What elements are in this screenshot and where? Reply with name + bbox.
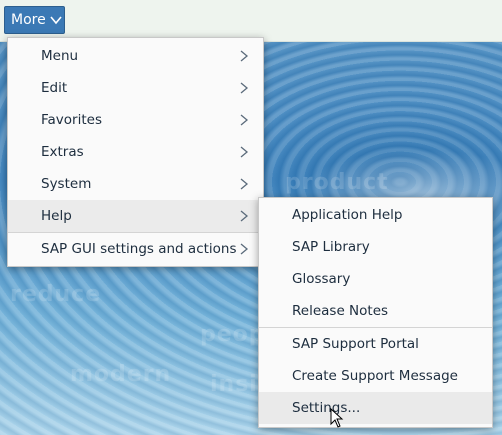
- menu-item-label: Favorites: [41, 112, 102, 128]
- background-word: reduce: [10, 282, 102, 307]
- menu-item-sap-gui-settings[interactable]: SAP GUI settings and actions: [8, 233, 263, 265]
- chevron-down-icon: [50, 16, 62, 25]
- more-button[interactable]: More: [4, 6, 65, 34]
- help-submenu: Application Help SAP Library Glossary Re…: [258, 197, 493, 428]
- menu-item-label: Settings...: [292, 400, 361, 416]
- menu-item-label: Release Notes: [292, 303, 389, 319]
- chevron-right-icon: [240, 178, 249, 190]
- menu-item-label: Extras: [41, 144, 84, 160]
- menu-item-label: Help: [41, 208, 72, 224]
- menu-item-label: SAP GUI settings and actions: [41, 241, 237, 257]
- chevron-right-icon: [240, 114, 249, 126]
- mouse-pointer-icon: [330, 408, 344, 428]
- menu-item-system[interactable]: System: [8, 168, 263, 200]
- help-item-create-support-message[interactable]: Create Support Message: [259, 360, 492, 392]
- chevron-right-icon: [240, 243, 249, 255]
- toolbar: More: [0, 0, 502, 42]
- more-menu: Menu Edit Favorites Extras System Help S…: [7, 37, 264, 267]
- menu-item-label: Menu: [41, 48, 79, 64]
- chevron-right-icon: [240, 50, 249, 62]
- menu-item-label: Application Help: [292, 207, 403, 223]
- help-item-glossary[interactable]: Glossary: [259, 263, 492, 295]
- help-item-application-help[interactable]: Application Help: [259, 199, 492, 231]
- menu-item-label: System: [41, 176, 92, 192]
- menu-item-extras[interactable]: Extras: [8, 136, 263, 168]
- help-item-sap-support-portal[interactable]: SAP Support Portal: [259, 328, 492, 360]
- chevron-right-icon: [240, 146, 249, 158]
- menu-item-help[interactable]: Help: [8, 200, 263, 232]
- help-item-sap-library[interactable]: SAP Library: [259, 231, 492, 263]
- menu-item-label: SAP Library: [292, 239, 370, 255]
- help-item-settings[interactable]: Settings...: [259, 392, 492, 424]
- menu-item-edit[interactable]: Edit: [8, 72, 263, 104]
- more-button-label: More: [11, 12, 46, 28]
- background-word: product: [285, 170, 389, 195]
- menu-item-menu[interactable]: Menu: [8, 40, 263, 72]
- chevron-right-icon: [240, 82, 249, 94]
- menu-item-label: SAP Support Portal: [292, 336, 419, 352]
- background-word: modern: [70, 362, 172, 387]
- menu-item-label: Create Support Message: [292, 368, 458, 384]
- menu-item-label: Glossary: [292, 271, 351, 287]
- help-item-release-notes[interactable]: Release Notes: [259, 295, 492, 327]
- menu-item-favorites[interactable]: Favorites: [8, 104, 263, 136]
- menu-item-label: Edit: [41, 80, 68, 96]
- chevron-right-icon: [240, 210, 249, 222]
